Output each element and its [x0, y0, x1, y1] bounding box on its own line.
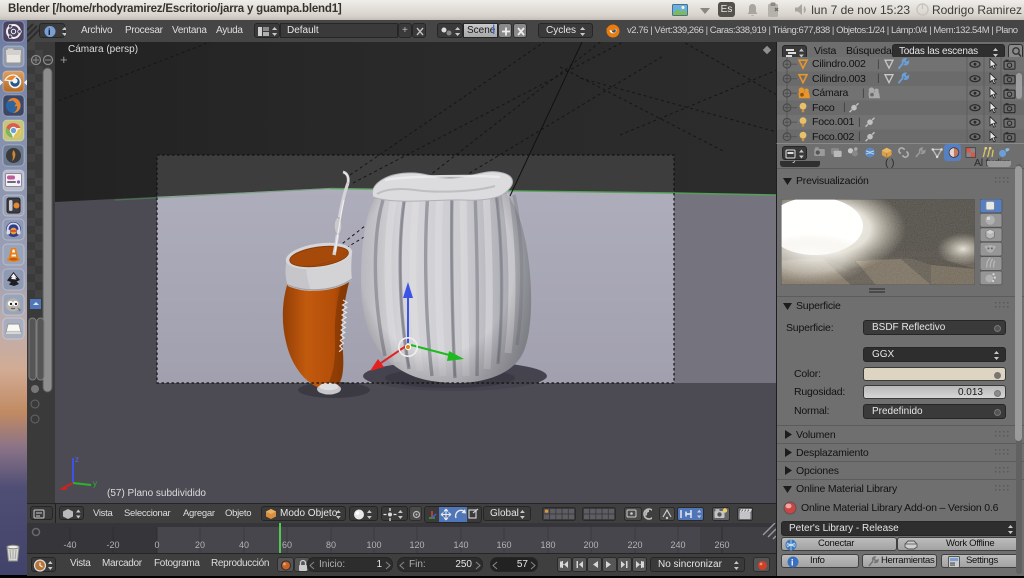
svg-text:160: 160 — [496, 540, 511, 550]
svg-text:(57) Plano subdividido: (57) Plano subdividido — [107, 488, 206, 499]
svg-text:i: i — [791, 558, 793, 568]
svg-text:i: i — [48, 27, 51, 37]
svg-text:20: 20 — [195, 540, 205, 550]
svg-text:200: 200 — [583, 540, 598, 550]
svg-text:Cámara (persp): Cámara (persp) — [68, 44, 138, 55]
svg-text:80: 80 — [326, 540, 336, 550]
svg-text:120: 120 — [409, 540, 424, 550]
svg-text:0: 0 — [154, 540, 159, 550]
svg-text:180: 180 — [540, 540, 555, 550]
svg-text:220: 220 — [627, 540, 642, 550]
svg-text:140: 140 — [453, 540, 468, 550]
svg-text:-40: -40 — [63, 540, 76, 550]
svg-text:260: 260 — [714, 540, 729, 550]
svg-text:-20: -20 — [106, 540, 119, 550]
svg-text:60: 60 — [282, 540, 292, 550]
svg-text:40: 40 — [239, 540, 249, 550]
svg-text:+: + — [60, 52, 68, 67]
svg-text:240: 240 — [670, 540, 685, 550]
svg-text:z: z — [75, 455, 79, 464]
svg-text:y: y — [93, 479, 97, 488]
svg-text:100: 100 — [366, 540, 381, 550]
